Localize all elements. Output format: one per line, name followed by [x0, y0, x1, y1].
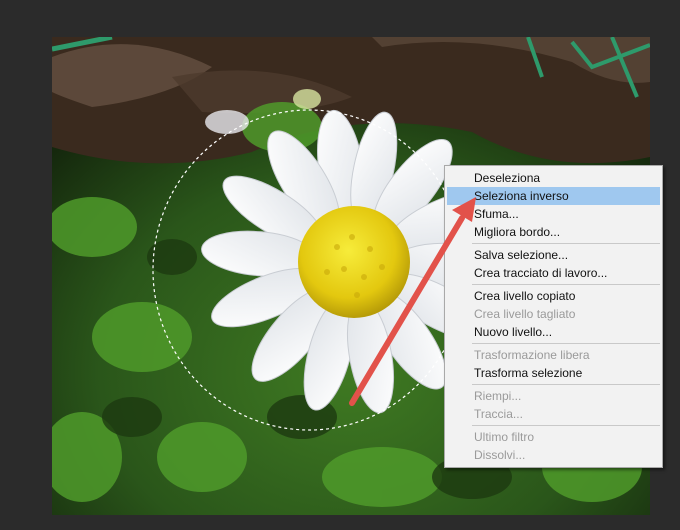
- daisy-center: [298, 206, 410, 318]
- menu-item-crea-livello-tagliato: Crea livello tagliato: [474, 307, 576, 321]
- menu-item-deseleziona[interactable]: Deseleziona: [447, 169, 660, 187]
- menu-separator: [472, 384, 660, 385]
- menu-item-dissolvi: Dissolvi...: [474, 448, 526, 462]
- menu-item-salva-selezione[interactable]: Salva selezione...: [447, 246, 660, 264]
- menu-separator: [472, 425, 660, 426]
- menu-separator: [472, 343, 660, 344]
- context-menu: Deseleziona Seleziona inverso Sfuma... Migl…: [444, 165, 663, 468]
- menu-item-nuovo-livello[interactable]: Nuovo livello...: [447, 323, 660, 341]
- menu-item-sfuma[interactable]: Sfuma...: [447, 205, 660, 223]
- menu-item-seleziona-inverso[interactable]: Seleziona inverso: [447, 187, 660, 205]
- menu-item-trasformazione-libera: Trasformazione libera: [474, 348, 590, 362]
- menu-item-traccia: Traccia...: [474, 407, 523, 421]
- menu-item-riempi: Riempi...: [474, 389, 522, 403]
- menu-item-trasforma-selezione[interactable]: Trasforma selezione: [447, 364, 660, 382]
- menu-separator: [472, 284, 660, 285]
- menu-item-migliora-bordo[interactable]: Migliora bordo...: [447, 223, 660, 241]
- menu-item-crea-livello-copiato[interactable]: Crea livello copiato: [447, 287, 660, 305]
- menu-item-crea-tracciato-di-lavoro[interactable]: Crea tracciato di lavoro...: [447, 264, 660, 282]
- menu-separator: [472, 243, 660, 244]
- menu-item-ultimo-filtro: Ultimo filtro: [474, 430, 535, 444]
